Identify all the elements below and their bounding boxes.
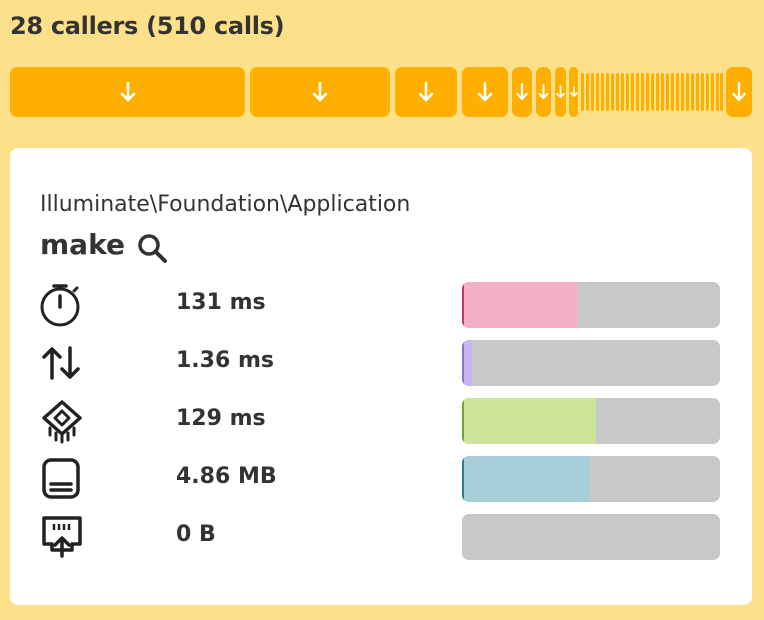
caller-segment[interactable] (631, 73, 634, 111)
caller-segment[interactable] (711, 73, 714, 111)
metric-bar-io (462, 340, 720, 386)
arrow-down-icon (120, 81, 135, 102)
metric-bar-fill (462, 282, 578, 328)
caller-segment[interactable] (646, 73, 649, 111)
arrow-down-icon (538, 84, 549, 99)
metric-bar-time (462, 282, 720, 328)
caller-segment[interactable] (10, 67, 245, 117)
metric-value-cpu: 129 ms (176, 406, 266, 431)
callers-bar (10, 67, 752, 117)
arrow-down-icon (312, 81, 328, 102)
caller-segment[interactable] (591, 73, 594, 111)
memory-icon (42, 458, 80, 499)
metric-row-time: 131 ms (10, 282, 752, 328)
arrow-down-icon (418, 81, 434, 102)
caller-segment[interactable] (596, 73, 599, 111)
caller-segment[interactable] (395, 67, 457, 117)
caller-segment[interactable] (601, 73, 604, 111)
metric-bar-fill (462, 340, 472, 386)
metric-value-memory: 4.86 MB (176, 464, 277, 489)
caller-segment[interactable] (661, 73, 664, 111)
caller-segment[interactable] (250, 67, 390, 117)
caller-segment[interactable] (671, 73, 674, 111)
metric-row-io: 1.36 ms (10, 340, 752, 386)
caller-segment[interactable] (555, 67, 566, 117)
metric-value-io: 1.36 ms (176, 348, 274, 373)
arrow-down-icon (732, 81, 746, 102)
caller-segment[interactable] (716, 73, 719, 111)
arrow-down-icon (556, 85, 565, 98)
caller-segment[interactable] (581, 73, 584, 111)
metric-row-network: 0 B (10, 514, 752, 560)
caller-segment[interactable] (611, 73, 614, 111)
caller-segment[interactable] (586, 73, 589, 111)
caller-segment[interactable] (651, 73, 654, 111)
caller-segment[interactable] (686, 73, 689, 111)
metric-bar-network (462, 514, 720, 560)
network-icon (42, 516, 82, 558)
caller-segment[interactable] (641, 73, 644, 111)
metric-bar-fill (462, 398, 596, 444)
metric-bar-memory (462, 456, 720, 502)
metric-value-time: 131 ms (176, 290, 266, 315)
arrow-down-icon (477, 81, 493, 102)
caller-segment[interactable] (696, 73, 699, 111)
arrow-down-icon (569, 86, 578, 97)
function-details-card: Illuminate\Foundation\Application make 1… (10, 148, 752, 605)
cpu-chip-icon (42, 400, 82, 444)
caller-segment[interactable] (701, 73, 704, 111)
caller-segment[interactable] (681, 73, 684, 111)
metric-row-memory: 4.86 MB (10, 456, 752, 502)
metric-bar-fill (462, 456, 591, 502)
metric-bar-cpu (462, 398, 720, 444)
caller-segment[interactable] (726, 67, 752, 117)
metric-row-cpu: 129 ms (10, 398, 752, 444)
caller-segment[interactable] (606, 73, 609, 111)
callers-title: 28 callers (510 calls) (10, 12, 285, 40)
io-arrows-icon (42, 346, 80, 380)
function-namespace: Illuminate\Foundation\Application (40, 192, 411, 217)
search-icon[interactable] (136, 232, 170, 266)
caller-segment[interactable] (656, 73, 659, 111)
caller-segment[interactable] (691, 73, 694, 111)
caller-segment[interactable] (536, 67, 551, 117)
metric-value-network: 0 B (176, 522, 216, 547)
caller-segment[interactable] (720, 73, 723, 111)
caller-segment[interactable] (569, 67, 578, 117)
caller-segment[interactable] (636, 73, 639, 111)
caller-segment[interactable] (621, 73, 624, 111)
caller-segment[interactable] (666, 73, 669, 111)
function-name: make (40, 228, 125, 261)
caller-segment[interactable] (706, 73, 709, 111)
stopwatch-icon (40, 284, 80, 327)
caller-segment[interactable] (616, 73, 619, 111)
caller-segment[interactable] (626, 73, 629, 111)
caller-segment[interactable] (676, 73, 679, 111)
arrow-down-icon (516, 82, 528, 101)
caller-segment[interactable] (462, 67, 508, 117)
caller-segment[interactable] (512, 67, 532, 117)
